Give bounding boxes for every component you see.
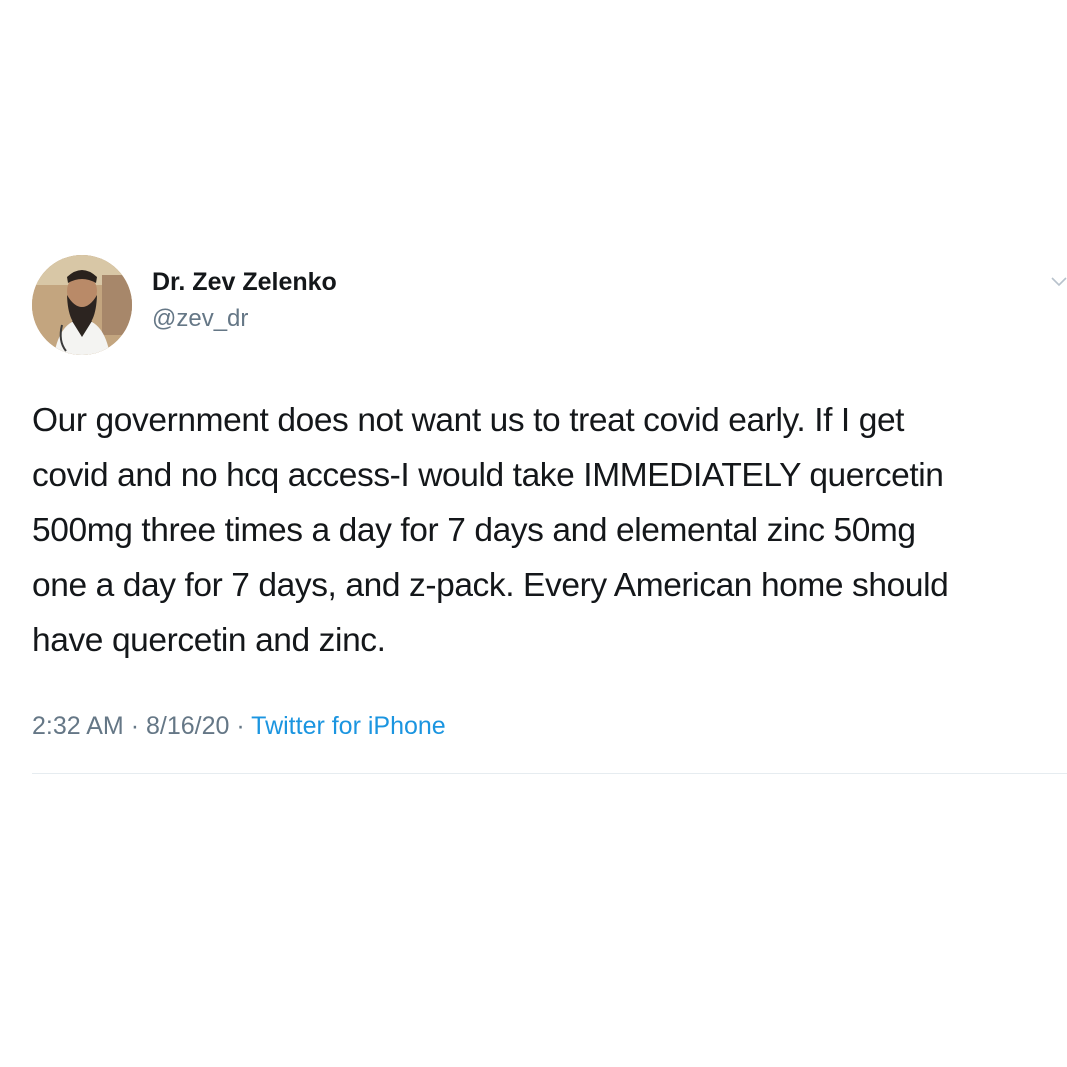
meta-separator: · — [130, 712, 140, 740]
tweet-source-link[interactable]: Twitter for iPhone — [251, 712, 446, 740]
avatar[interactable] — [32, 255, 132, 355]
avatar-photo — [32, 255, 132, 355]
tweet-time[interactable]: 2:32 AM — [32, 712, 124, 740]
tweet-date[interactable]: 8/16/20 — [146, 712, 229, 740]
tweet-text: Our government does not want us to treat… — [32, 402, 949, 659]
chevron-down-icon[interactable] — [1050, 274, 1067, 292]
tweet-card: Dr. Zev Zelenko @zev_dr Our government d… — [0, 0, 1067, 1067]
author-handle[interactable]: @zev_dr — [152, 305, 248, 333]
meta-separator: · — [236, 712, 245, 740]
author-name[interactable]: Dr. Zev Zelenko — [152, 268, 337, 297]
tweet-meta: 2:32 AM · 8/16/20 · Twitter for iPhone — [32, 712, 446, 741]
divider — [32, 773, 1067, 774]
